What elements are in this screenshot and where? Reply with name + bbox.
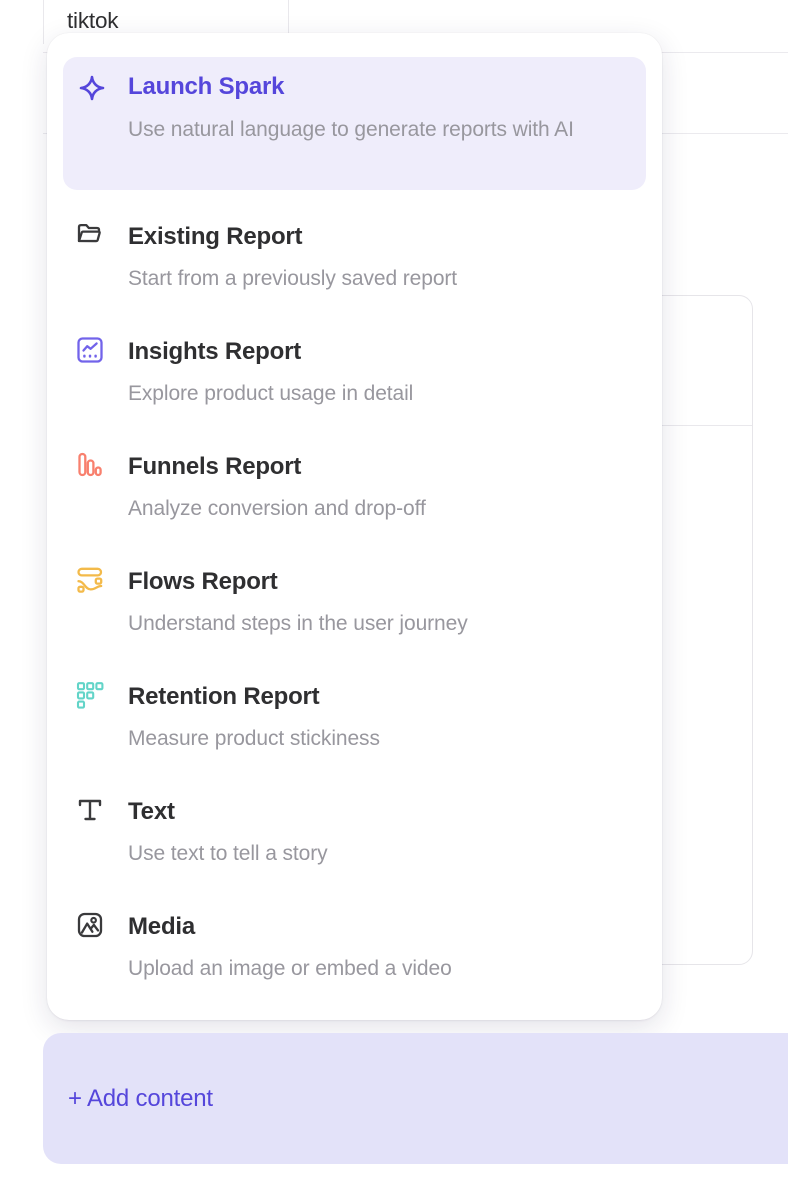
table-column-divider <box>43 0 44 44</box>
menu-item-retention-report[interactable]: Retention Report Measure product stickin… <box>75 682 646 754</box>
flows-icon <box>75 565 111 595</box>
menu-item-title: Flows Report <box>128 567 468 597</box>
text-icon <box>75 795 111 825</box>
menu-item-title: Launch Spark <box>128 72 574 102</box>
menu-item-text[interactable]: Text Use text to tell a story <box>75 797 646 869</box>
open-folder-icon <box>75 220 111 248</box>
menu-item-title: Funnels Report <box>128 452 426 482</box>
menu-item-description: Measure product stickiness <box>128 724 380 754</box>
menu-item-title: Existing Report <box>128 222 457 252</box>
menu-item-insights-report[interactable]: Insights Report Explore product usage in… <box>75 337 646 409</box>
spark-icon <box>78 74 106 102</box>
menu-item-description: Explore product usage in detail <box>128 379 413 409</box>
menu-item-funnels-report[interactable]: Funnels Report Analyze conversion and dr… <box>75 452 646 524</box>
add-content-button[interactable]: + Add content <box>43 1033 788 1164</box>
insights-chart-icon <box>75 335 111 365</box>
menu-item-media[interactable]: Media Upload an image or embed a video <box>75 912 646 984</box>
menu-item-title: Insights Report <box>128 337 413 367</box>
media-icon <box>75 910 111 940</box>
menu-item-existing-report[interactable]: Existing Report Start from a previously … <box>75 222 646 294</box>
menu-item-description: Understand steps in the user journey <box>128 609 468 639</box>
menu-item-description: Analyze conversion and drop-off <box>128 494 426 524</box>
menu-item-description: Upload an image or embed a video <box>128 954 452 984</box>
funnel-bars-icon <box>75 450 111 480</box>
menu-item-description: Use natural language to generate reports… <box>128 114 574 146</box>
add-content-label: + Add content <box>68 1085 213 1113</box>
menu-item-description: Start from a previously saved report <box>128 264 457 294</box>
menu-item-flows-report[interactable]: Flows Report Understand steps in the use… <box>75 567 646 639</box>
menu-item-title: Retention Report <box>128 682 380 712</box>
table-cell-value: tiktok <box>67 8 118 34</box>
add-content-menu-popover: Launch Spark Use natural language to gen… <box>47 33 662 1020</box>
retention-grid-icon <box>75 680 111 710</box>
menu-item-title: Text <box>128 797 328 827</box>
menu-item-title: Media <box>128 912 452 942</box>
menu-item-launch-spark[interactable]: Launch Spark Use natural language to gen… <box>63 57 646 190</box>
menu-item-description: Use text to tell a story <box>128 839 328 869</box>
